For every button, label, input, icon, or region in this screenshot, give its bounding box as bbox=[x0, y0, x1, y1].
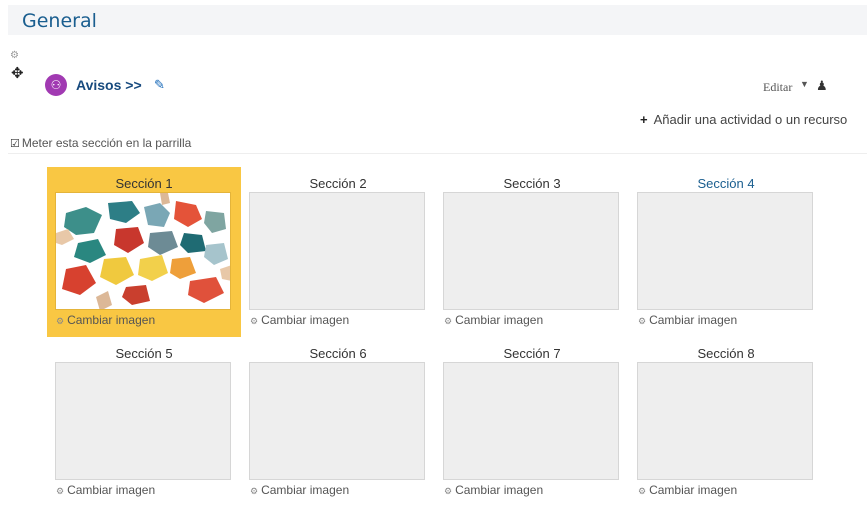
tile-label: Sección 6 bbox=[309, 346, 367, 361]
section-image-placeholder[interactable] bbox=[443, 192, 619, 310]
change-image-label: Cambiar imagen bbox=[455, 313, 544, 327]
tile-label: Sección 5 bbox=[115, 346, 173, 361]
grid-toggle-link[interactable]: ☑ Meter esta sección en la parrilla bbox=[10, 136, 191, 150]
tile-label: Sección 1 bbox=[115, 176, 173, 191]
change-image-link[interactable]: ⚙ Cambiar imagen bbox=[638, 313, 737, 327]
change-image-link[interactable]: ⚙ Cambiar imagen bbox=[638, 483, 737, 497]
change-image-link[interactable]: ⚙ Cambiar imagen bbox=[56, 483, 155, 497]
change-image-link[interactable]: ⚙ Cambiar imagen bbox=[444, 313, 543, 327]
gear-icon[interactable]: ⚙ bbox=[10, 50, 19, 61]
change-image-link[interactable]: ⚙ Cambiar imagen bbox=[56, 313, 155, 327]
section-header: General bbox=[8, 5, 867, 35]
section-image-placeholder[interactable] bbox=[249, 362, 425, 480]
divider bbox=[8, 153, 867, 154]
section-tile[interactable]: Sección 5 ⚙ Cambiar imagen bbox=[47, 337, 241, 507]
section-image-placeholder[interactable] bbox=[249, 192, 425, 310]
edit-menu[interactable]: Editar bbox=[763, 80, 792, 95]
section-tile[interactable]: Sección 4 ⚙ Cambiar imagen bbox=[629, 167, 823, 337]
tile-label: Sección 4 bbox=[697, 176, 755, 191]
tile-label: Sección 2 bbox=[309, 176, 367, 191]
section-image-placeholder[interactable] bbox=[55, 362, 231, 480]
change-image-label: Cambiar imagen bbox=[649, 483, 738, 497]
chevron-down-icon[interactable]: ▼ bbox=[800, 79, 809, 89]
section-tile[interactable]: Sección 8 ⚙ Cambiar imagen bbox=[629, 337, 823, 507]
change-image-link[interactable]: ⚙ Cambiar imagen bbox=[444, 483, 543, 497]
section-tile[interactable]: Sección 3 ⚙ Cambiar imagen bbox=[435, 167, 629, 337]
section-tile[interactable]: Sección 6 ⚙ Cambiar imagen bbox=[241, 337, 435, 507]
change-image-link[interactable]: ⚙ Cambiar imagen bbox=[250, 313, 349, 327]
add-activity-label: Añadir una actividad o un recurso bbox=[653, 112, 848, 127]
plus-icon: + bbox=[640, 112, 648, 127]
gear-icon: ⚙ bbox=[56, 316, 65, 326]
gear-icon: ⚙ bbox=[444, 316, 453, 326]
change-image-label: Cambiar imagen bbox=[67, 313, 156, 327]
move-icon[interactable]: ✥ bbox=[11, 64, 24, 82]
change-image-link[interactable]: ⚙ Cambiar imagen bbox=[250, 483, 349, 497]
gear-icon: ⚙ bbox=[250, 486, 259, 496]
add-activity-link[interactable]: + Añadir una actividad o un recurso bbox=[640, 112, 847, 127]
change-image-label: Cambiar imagen bbox=[67, 483, 156, 497]
user-icon[interactable]: ♟ bbox=[816, 78, 828, 94]
tile-label: Sección 7 bbox=[503, 346, 561, 361]
people-icon: ⚇ bbox=[45, 74, 67, 96]
section-tile[interactable]: Sección 1 ⚙ Cambiar imagen bbox=[47, 167, 241, 337]
forum-link[interactable]: Avisos >> bbox=[76, 77, 142, 93]
gear-icon: ⚙ bbox=[56, 486, 65, 496]
grid-toggle-label: Meter esta sección en la parrilla bbox=[21, 136, 192, 150]
change-image-label: Cambiar imagen bbox=[261, 313, 350, 327]
checkbox-icon: ☑ bbox=[10, 138, 20, 150]
section-image-placeholder[interactable] bbox=[443, 362, 619, 480]
section-image[interactable] bbox=[55, 192, 231, 310]
section-tile[interactable]: Sección 7 ⚙ Cambiar imagen bbox=[435, 337, 629, 507]
gear-icon: ⚙ bbox=[444, 486, 453, 496]
change-image-label: Cambiar imagen bbox=[261, 483, 350, 497]
section-image-placeholder[interactable] bbox=[637, 362, 813, 480]
gear-icon: ⚙ bbox=[638, 486, 647, 496]
tile-label: Sección 3 bbox=[503, 176, 561, 191]
gear-icon: ⚙ bbox=[638, 316, 647, 326]
tile-label: Sección 8 bbox=[697, 346, 755, 361]
gear-icon: ⚙ bbox=[250, 316, 259, 326]
section-tile[interactable]: Sección 2 ⚙ Cambiar imagen bbox=[241, 167, 435, 337]
change-image-label: Cambiar imagen bbox=[649, 313, 738, 327]
section-title: General bbox=[22, 10, 97, 32]
change-image-label: Cambiar imagen bbox=[455, 483, 544, 497]
section-image-placeholder[interactable] bbox=[637, 192, 813, 310]
puzzle-world-map-image bbox=[56, 193, 230, 309]
pencil-icon[interactable]: ✎ bbox=[154, 77, 165, 93]
